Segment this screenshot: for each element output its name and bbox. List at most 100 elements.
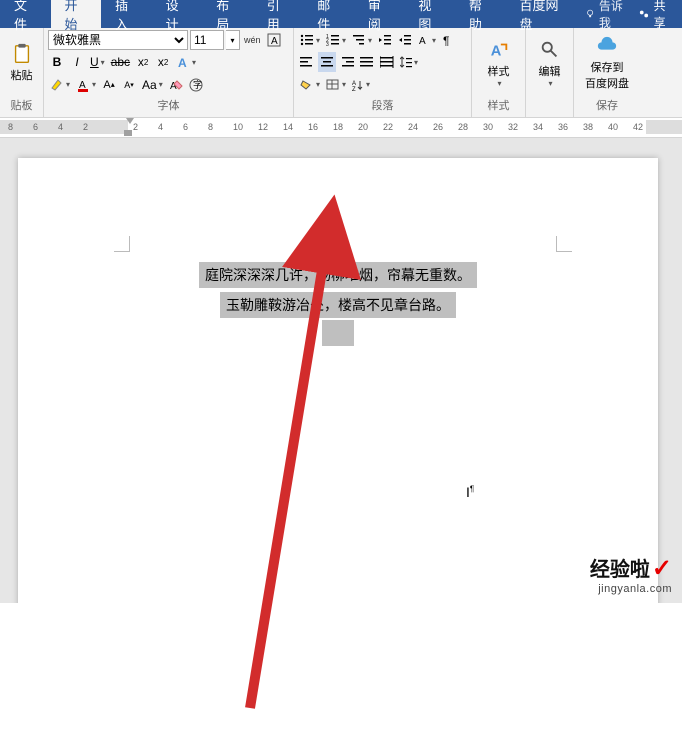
font-color-button[interactable]: A — [74, 75, 98, 95]
group-font: 微软雅黑 ▾ wén A B I U abc x2 x2 A A A▴ A▾ A… — [44, 28, 294, 117]
align-right-button[interactable] — [338, 52, 356, 72]
lightbulb-icon — [585, 8, 595, 20]
ruler-tick: 28 — [458, 122, 468, 132]
ruler-tick: 34 — [533, 122, 543, 132]
justify-button[interactable] — [358, 52, 376, 72]
circle-char-icon: 字 — [189, 78, 203, 92]
font-size-input[interactable] — [190, 30, 224, 50]
ruler-tick: 6 — [33, 122, 38, 132]
enclose-char-button[interactable]: 字 — [187, 75, 205, 95]
highlight-icon — [50, 78, 64, 92]
text-effects-button[interactable]: A — [174, 52, 198, 72]
line-spacing-button[interactable] — [398, 52, 420, 72]
font-color-icon: A — [76, 78, 90, 92]
bold-button[interactable]: B — [48, 52, 66, 72]
ruler-tick: 32 — [508, 122, 518, 132]
clear-format-button[interactable]: A — [167, 75, 185, 95]
borders-icon — [326, 79, 340, 91]
ruler-tick: 18 — [333, 122, 343, 132]
cloud-save-icon — [596, 35, 618, 57]
change-case-button[interactable]: Aa — [140, 75, 165, 95]
underline-button[interactable]: U — [88, 52, 107, 72]
bullets-button[interactable] — [298, 30, 322, 50]
paste-label: 粘贴 — [11, 67, 33, 83]
distributed-button[interactable] — [378, 52, 396, 72]
ruler-tick: 24 — [408, 122, 418, 132]
group-paragraph-label: 段落 — [298, 97, 467, 115]
group-editing-label — [530, 101, 569, 115]
sort-icon: AZ — [352, 79, 364, 91]
group-baidu: 保存到 百度网盘 保存 — [574, 28, 640, 117]
align-center-button[interactable] — [318, 52, 336, 72]
highlight-button[interactable] — [48, 75, 72, 95]
eraser-icon: A — [169, 78, 183, 92]
subscript-button[interactable]: x2 — [134, 52, 152, 72]
share-icon — [638, 7, 650, 21]
group-clipboard: 粘贴 贴板 — [0, 28, 44, 117]
superscript-button[interactable]: x2 — [154, 52, 172, 72]
asian-layout-button[interactable]: A — [416, 30, 438, 50]
align-left-icon — [300, 56, 314, 68]
decrease-indent-button[interactable] — [376, 30, 394, 50]
font-size-dropdown[interactable]: ▾ — [226, 30, 240, 50]
baidu-label-2: 百度网盘 — [585, 75, 629, 91]
ruler-tick: 20 — [358, 122, 368, 132]
group-baidu-label: 保存 — [578, 97, 636, 115]
asian-icon: A — [418, 34, 430, 46]
watermark: 经验啦✓ jingyanla.com — [590, 553, 672, 595]
ruler-tick: 16 — [308, 122, 318, 132]
ruler-tick: 8 — [8, 122, 13, 132]
align-left-button[interactable] — [298, 52, 316, 72]
tell-me-search[interactable]: 告诉我 — [585, 0, 630, 31]
ruler-tick: 42 — [633, 122, 643, 132]
shrink-font-button[interactable]: A▾ — [120, 75, 138, 95]
selected-text-line-1[interactable]: 庭院深深深几许，杨柳堆烟，帘幕无重数。 — [199, 262, 477, 288]
styles-button[interactable]: A 样式 — [476, 30, 521, 96]
indent-icon — [398, 34, 412, 46]
char-border-button[interactable]: A — [265, 30, 283, 50]
justify-icon — [360, 56, 374, 68]
group-font-label: 字体 — [48, 97, 289, 115]
strikethrough-button[interactable]: abc — [109, 52, 132, 72]
baidu-save-button[interactable]: 保存到 百度网盘 — [578, 30, 636, 96]
selected-text-line-2[interactable]: 玉勒雕鞍游冶处，楼高不见章台路。 — [220, 292, 456, 318]
text-effects-icon: A — [176, 55, 190, 69]
align-right-icon — [340, 56, 354, 68]
numbering-icon: 123 — [326, 34, 340, 46]
multilevel-button[interactable] — [350, 30, 374, 50]
horizontal-ruler[interactable]: 8642246810121416182022242628303234363840… — [0, 118, 682, 138]
watermark-text: 经验啦 — [590, 559, 650, 581]
outdent-icon — [378, 34, 392, 46]
title-bar: 文件 开始 插入 设计 布局 引用 邮件 审阅 视图 帮助 百度网盘 告诉我 共… — [0, 0, 682, 28]
margin-corner-tr — [556, 236, 572, 252]
checkmark-icon: ✓ — [652, 555, 672, 582]
phonetic-guide-button[interactable]: wén — [242, 30, 263, 50]
clipboard-icon — [11, 43, 33, 65]
ribbon: 粘贴 贴板 微软雅黑 ▾ wén A B I U abc x2 x2 A A A… — [0, 28, 682, 118]
increase-indent-button[interactable] — [396, 30, 414, 50]
paste-button[interactable]: 粘贴 — [4, 30, 39, 96]
selected-text-line-3[interactable] — [322, 320, 354, 346]
share-label: 共享 — [654, 0, 674, 31]
ruler-tick: 8 — [208, 122, 213, 132]
ruler-tick: 6 — [183, 122, 188, 132]
styles-icon: A — [488, 39, 510, 61]
svg-text:3: 3 — [326, 42, 329, 46]
ruler-tick: 40 — [608, 122, 618, 132]
svg-text:A: A — [271, 36, 278, 47]
svg-text:¶: ¶ — [443, 34, 449, 46]
ruler-tick: 4 — [58, 122, 63, 132]
numbering-button[interactable]: 123 — [324, 30, 348, 50]
editing-button[interactable]: 编辑 — [530, 30, 569, 96]
ruler-tick: 14 — [283, 122, 293, 132]
show-marks-button[interactable]: ¶ — [440, 30, 458, 50]
sort-button[interactable]: AZ — [350, 75, 372, 95]
font-name-select[interactable]: 微软雅黑 — [48, 30, 188, 50]
italic-button[interactable]: I — [68, 52, 86, 72]
borders-button[interactable] — [324, 75, 348, 95]
grow-font-button[interactable]: A▴ — [100, 75, 118, 95]
page[interactable]: 庭院深深深几许，杨柳堆烟，帘幕无重数。 玉勒雕鞍游冶处，楼高不见章台路。 I¶ — [18, 158, 658, 603]
shading-button[interactable] — [298, 75, 322, 95]
hanging-indent-marker[interactable] — [124, 130, 132, 136]
group-clipboard-label: 贴板 — [4, 97, 39, 115]
